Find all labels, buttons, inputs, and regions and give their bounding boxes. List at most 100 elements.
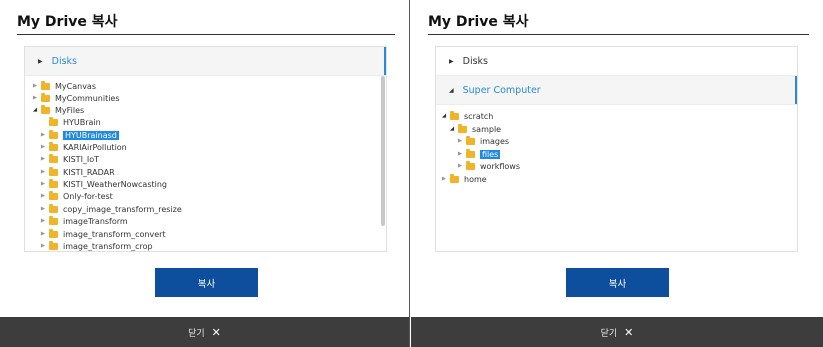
folder-tree-box: ▶ Disks ◢ Super Computer ◢ scratch ◢ sam… xyxy=(435,46,798,252)
tree-node[interactable]: ▶ KISTI_RADAR xyxy=(39,166,115,178)
caret-right-icon: ▶ xyxy=(449,57,454,65)
tree-node[interactable]: ◢ scratch xyxy=(440,110,493,122)
folder-icon xyxy=(450,110,459,120)
folder-icon xyxy=(49,129,58,139)
folder-icon xyxy=(49,240,58,250)
folder-icon xyxy=(466,160,475,170)
expand-icon[interactable]: ▶ xyxy=(39,181,47,187)
expand-icon[interactable]: ▶ xyxy=(39,206,47,212)
copy-button[interactable]: 복사 xyxy=(155,268,258,297)
tree-node-label: image_transform_crop xyxy=(63,241,153,251)
tree-node-label: HYUBrainasd xyxy=(63,130,119,140)
close-bar[interactable]: 닫기 ✕ xyxy=(411,317,823,347)
accordion-super-computer[interactable]: ◢ Super Computer xyxy=(436,76,797,105)
title-divider xyxy=(428,34,809,35)
expand-icon[interactable]: ▶ xyxy=(39,144,47,150)
tree-node-selected[interactable]: ▶ files xyxy=(456,148,501,160)
expand-icon[interactable]: ▶ xyxy=(39,218,47,224)
accordion-disks-label: Disks xyxy=(51,55,77,67)
tree-node[interactable]: ▶ imageTransform xyxy=(39,215,128,227)
collapse-icon[interactable]: ◢ xyxy=(31,107,39,113)
tree-node-label: image_transform_convert xyxy=(63,229,166,239)
folder-icon xyxy=(450,173,459,183)
copy-button[interactable]: 복사 xyxy=(566,268,669,297)
dialog-title: My Drive 복사 xyxy=(17,14,118,30)
tree-node-label: sample xyxy=(472,124,502,134)
tree-node-label: MyCommunities xyxy=(55,93,120,103)
expand-icon[interactable]: ▶ xyxy=(440,176,448,182)
folder-icon xyxy=(49,141,58,151)
copy-dialog-right: My Drive 복사 ▶ Disks ◢ Super Computer ◢ s… xyxy=(411,0,823,347)
tree-scrollbar[interactable] xyxy=(381,76,385,226)
tree-node-label: KISTI_IoT xyxy=(63,154,100,164)
tree-node-label: files xyxy=(480,149,501,159)
tree-node[interactable]: ▶ image_transform_convert xyxy=(39,228,166,240)
caret-right-icon: ▶ xyxy=(38,57,43,65)
expand-icon[interactable]: ▶ xyxy=(31,95,39,101)
folder-icon xyxy=(49,116,58,126)
folder-icon xyxy=(49,203,58,213)
tree-node-label: workflows xyxy=(480,161,521,171)
dialog-title: My Drive 복사 xyxy=(428,14,529,30)
tree-node-label: HYUBrain xyxy=(63,117,101,127)
tree-node[interactable]: ▶ MyCanvas xyxy=(31,80,96,92)
tree-node-label: MyFiles xyxy=(55,105,85,115)
expand-icon[interactable]: ▶ xyxy=(31,83,39,89)
expand-icon[interactable]: ▶ xyxy=(39,169,47,175)
expand-icon[interactable]: ▶ xyxy=(456,151,464,157)
expand-icon[interactable]: ▶ xyxy=(39,132,47,138)
tree-node[interactable]: ▶ images xyxy=(456,135,509,147)
tree-node-label: images xyxy=(480,136,510,146)
tree-node[interactable]: ▶ KISTI_IoT xyxy=(39,153,99,165)
tree-node[interactable]: ▶ Only-for-test xyxy=(39,190,113,202)
expand-icon[interactable]: ▶ xyxy=(39,231,47,237)
tree-node-label: copy_image_transform_resize xyxy=(63,204,182,214)
expand-icon[interactable]: ▶ xyxy=(456,138,464,144)
accordion-disks[interactable]: ▶ Disks xyxy=(436,47,797,76)
tree-node-label: KARIAirPollution xyxy=(63,142,127,152)
tree-node[interactable]: ▶ MyCommunities xyxy=(31,92,120,104)
close-icon[interactable]: ✕ xyxy=(624,326,633,339)
expand-icon[interactable]: ▶ xyxy=(456,163,464,169)
tree-node-label: scratch xyxy=(464,111,494,121)
folder-icon xyxy=(41,104,50,114)
tree-node[interactable]: ▶ KARIAirPollution xyxy=(39,141,127,153)
expand-icon[interactable]: ▶ xyxy=(39,193,47,199)
close-label: 닫기 xyxy=(600,328,618,339)
folder-icon xyxy=(466,148,475,158)
accordion-disks-label: Disks xyxy=(462,55,488,67)
tree-node[interactable]: HYUBrain xyxy=(49,116,101,128)
folder-icon xyxy=(466,135,475,145)
accordion-disks[interactable]: ▶ Disks xyxy=(25,47,386,76)
expand-icon[interactable]: ▶ xyxy=(39,243,47,249)
tree-node[interactable]: ▶ KISTI_WeatherNowcasting xyxy=(39,178,167,190)
folder-icon xyxy=(49,166,58,176)
tree-node-label: KISTI_RADAR xyxy=(63,167,115,177)
close-icon[interactable]: ✕ xyxy=(212,326,221,339)
expand-icon[interactable]: ▶ xyxy=(39,156,47,162)
folder-icon xyxy=(41,80,50,90)
tree-node[interactable]: ▶ workflows xyxy=(456,160,520,172)
close-bar[interactable]: 닫기 ✕ xyxy=(0,317,409,347)
folder-icon xyxy=(458,123,467,133)
tree-node[interactable]: ◢ MyFiles xyxy=(31,104,84,116)
folder-icon xyxy=(49,215,58,225)
tree-node[interactable]: ▶ image_transform_crop xyxy=(39,240,153,251)
accordion-super-computer-label: Super Computer xyxy=(462,84,541,96)
tree-node-selected[interactable]: ▶ HYUBrainasd xyxy=(39,129,119,141)
tree-node-label: home xyxy=(464,174,487,184)
title-divider xyxy=(17,34,395,35)
collapse-icon[interactable]: ◢ xyxy=(440,113,448,119)
tree-node[interactable]: ▶ copy_image_transform_resize xyxy=(39,203,182,215)
folder-icon xyxy=(49,178,58,188)
folder-icon xyxy=(49,228,58,238)
tree-node-label: Only-for-test xyxy=(63,191,113,201)
folder-tree-box: ▶ Disks ▶ MyCanvas ▶ MyCommunities ◢ MyF… xyxy=(24,46,387,252)
tree-node[interactable]: ◢ sample xyxy=(448,123,501,135)
tree-node[interactable]: ▶ home xyxy=(440,173,487,185)
folder-icon xyxy=(49,190,58,200)
tree-node-label: MyCanvas xyxy=(55,81,96,91)
caret-down-icon: ◢ xyxy=(449,86,454,94)
tree-node-label: KISTI_WeatherNowcasting xyxy=(63,179,168,189)
collapse-icon[interactable]: ◢ xyxy=(448,126,456,132)
